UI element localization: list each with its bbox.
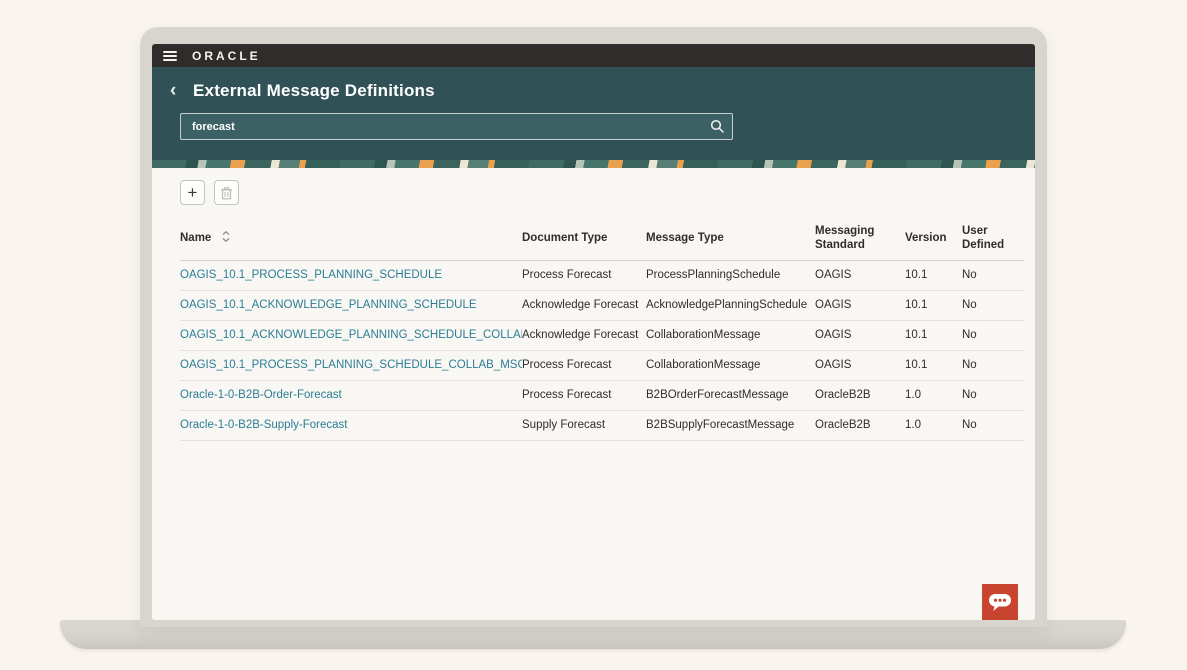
user-defined-cell: No xyxy=(962,290,1024,320)
table-row: Oracle-1-0-B2B-Supply-Forecast Supply Fo… xyxy=(180,410,1024,440)
table-row: OAGIS_10.1_ACKNOWLEDGE_PLANNING_SCHEDULE… xyxy=(180,290,1024,320)
document-type-cell: Supply Forecast xyxy=(522,410,646,440)
message-definitions-table: Name Document Type Message Type Messagin… xyxy=(180,221,1024,441)
column-header-message-type[interactable]: Message Type xyxy=(646,221,815,260)
table-row: OAGIS_10.1_ACKNOWLEDGE_PLANNING_SCHEDULE… xyxy=(180,320,1024,350)
search-input[interactable] xyxy=(180,113,733,140)
message-name-link[interactable]: OAGIS_10.1_ACKNOWLEDGE_PLANNING_SCHEDULE… xyxy=(180,329,522,341)
message-type-cell: AcknowledgePlanningSchedule xyxy=(646,290,815,320)
column-header-name[interactable]: Name xyxy=(180,221,522,260)
message-type-cell: ProcessPlanningSchedule xyxy=(646,260,815,290)
message-name-link[interactable]: Oracle-1-0-B2B-Order-Forecast xyxy=(180,389,342,401)
trash-icon xyxy=(220,186,233,200)
messaging-standard-cell: OracleB2B xyxy=(815,380,905,410)
column-header-user-defined[interactable]: User Defined xyxy=(962,221,1024,260)
page-title: External Message Definitions xyxy=(193,81,435,101)
add-button[interactable]: + xyxy=(180,180,205,205)
sort-icon[interactable] xyxy=(222,231,230,242)
document-type-cell: Acknowledge Forecast xyxy=(522,320,646,350)
messaging-standard-cell: OAGIS xyxy=(815,260,905,290)
message-type-cell: CollaborationMessage xyxy=(646,320,815,350)
version-cell: 1.0 xyxy=(905,380,962,410)
document-type-cell: Process Forecast xyxy=(522,260,646,290)
version-cell: 10.1 xyxy=(905,350,962,380)
table-row: OAGIS_10.1_PROCESS_PLANNING_SCHEDULE Pro… xyxy=(180,260,1024,290)
messaging-standard-cell: OracleB2B xyxy=(815,410,905,440)
messaging-standard-cell: OAGIS xyxy=(815,290,905,320)
chat-widget-button[interactable] xyxy=(982,584,1018,620)
message-name-link[interactable]: OAGIS_10.1_PROCESS_PLANNING_SCHEDULE xyxy=(180,269,442,281)
document-type-cell: Process Forecast xyxy=(522,350,646,380)
message-name-link[interactable]: OAGIS_10.1_ACKNOWLEDGE_PLANNING_SCHEDULE xyxy=(180,299,477,311)
chat-bubble-icon xyxy=(987,590,1013,614)
table-toolbar: + xyxy=(152,168,1035,205)
document-type-cell: Acknowledge Forecast xyxy=(522,290,646,320)
user-defined-cell: No xyxy=(962,350,1024,380)
user-defined-cell: No xyxy=(962,320,1024,350)
user-defined-cell: No xyxy=(962,410,1024,440)
search-icon[interactable] xyxy=(710,119,724,133)
column-header-messaging-standard[interactable]: Messaging Standard xyxy=(815,221,905,260)
app-topbar: ORACLE xyxy=(152,44,1035,67)
decorative-banner-strip xyxy=(152,160,1035,168)
table-row: OAGIS_10.1_PROCESS_PLANNING_SCHEDULE_COL… xyxy=(180,350,1024,380)
version-cell: 1.0 xyxy=(905,410,962,440)
page-background: ORACLE ‹ External Message Definitions xyxy=(0,0,1187,670)
message-type-cell: CollaborationMessage xyxy=(646,350,815,380)
oracle-logo: ORACLE xyxy=(192,49,261,63)
document-type-cell: Process Forecast xyxy=(522,380,646,410)
table-body: OAGIS_10.1_PROCESS_PLANNING_SCHEDULE Pro… xyxy=(180,260,1024,440)
laptop-frame: ORACLE ‹ External Message Definitions xyxy=(140,27,1047,627)
messaging-standard-cell: OAGIS xyxy=(815,350,905,380)
version-cell: 10.1 xyxy=(905,290,962,320)
user-defined-cell: No xyxy=(962,380,1024,410)
app-screen: ORACLE ‹ External Message Definitions xyxy=(152,44,1035,620)
page-header: ‹ External Message Definitions xyxy=(152,67,1035,160)
message-type-cell: B2BSupplyForecastMessage xyxy=(646,410,815,440)
message-name-link[interactable]: Oracle-1-0-B2B-Supply-Forecast xyxy=(180,419,347,431)
table-header-row: Name Document Type Message Type Messagin… xyxy=(180,221,1024,260)
message-name-link[interactable]: OAGIS_10.1_PROCESS_PLANNING_SCHEDULE_COL… xyxy=(180,359,522,371)
hamburger-menu-icon[interactable] xyxy=(163,51,177,61)
version-cell: 10.1 xyxy=(905,260,962,290)
user-defined-cell: No xyxy=(962,260,1024,290)
column-header-name-label: Name xyxy=(180,232,211,244)
message-type-cell: B2BOrderForecastMessage xyxy=(646,380,815,410)
back-chevron-icon[interactable]: ‹ xyxy=(170,82,188,100)
main-content: + xyxy=(152,168,1035,620)
search-box xyxy=(180,113,733,140)
column-header-version[interactable]: Version xyxy=(905,221,962,260)
delete-button[interactable] xyxy=(214,180,239,205)
table-row: Oracle-1-0-B2B-Order-Forecast Process Fo… xyxy=(180,380,1024,410)
column-header-document-type[interactable]: Document Type xyxy=(522,221,646,260)
messaging-standard-cell: OAGIS xyxy=(815,320,905,350)
version-cell: 10.1 xyxy=(905,320,962,350)
